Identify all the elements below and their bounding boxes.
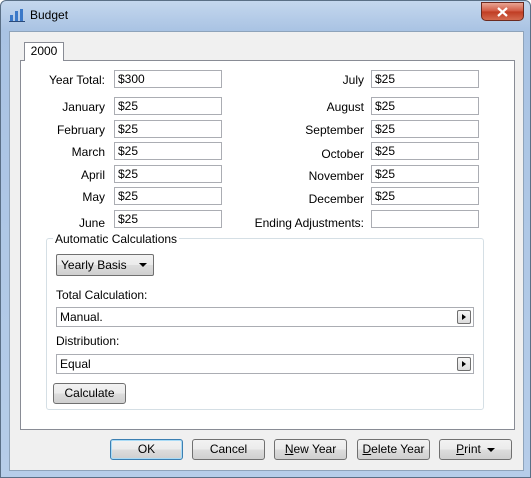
close-button[interactable] bbox=[481, 2, 524, 21]
total-calculation-field[interactable]: Manual. bbox=[56, 307, 474, 327]
month-field-january[interactable]: $25 bbox=[114, 97, 222, 115]
month-field-december[interactable]: $25 bbox=[371, 187, 479, 205]
month-field-july[interactable]: $25 bbox=[371, 70, 479, 88]
calculate-button[interactable]: Calculate bbox=[53, 383, 126, 404]
distribution-expand-button[interactable] bbox=[457, 357, 471, 371]
total-calculation-label: Total Calculation: bbox=[56, 288, 148, 302]
chevron-down-icon bbox=[139, 263, 147, 267]
triangle-right-icon bbox=[462, 314, 466, 320]
year-total-field[interactable]: $300 bbox=[114, 70, 222, 88]
print-label: rint bbox=[464, 442, 481, 456]
month-field-august[interactable]: $25 bbox=[371, 97, 479, 115]
ending-adjustments-label: Ending Adjustments: bbox=[254, 216, 364, 230]
new-year-label: ew Year bbox=[293, 442, 337, 456]
month-field-may[interactable]: $25 bbox=[114, 187, 222, 205]
month-label-june: June bbox=[78, 216, 105, 230]
budget-window: Budget 2000 Year Total: $300 January $25… bbox=[0, 0, 531, 478]
month-label-november: November bbox=[308, 169, 364, 183]
distribution-field[interactable]: Equal bbox=[56, 354, 474, 374]
basis-dropdown-value: Yearly Basis bbox=[61, 258, 127, 272]
month-label-december: December bbox=[308, 192, 364, 206]
ok-button[interactable]: OK bbox=[110, 439, 183, 460]
year-total-label: Year Total: bbox=[48, 73, 105, 87]
month-label-july: July bbox=[342, 73, 364, 87]
month-field-november[interactable]: $25 bbox=[371, 165, 479, 183]
month-field-february[interactable]: $25 bbox=[114, 120, 222, 138]
month-field-april[interactable]: $25 bbox=[114, 165, 222, 183]
title-bar[interactable]: Budget bbox=[1, 1, 530, 29]
month-label-february: February bbox=[56, 123, 105, 137]
total-calculation-expand-button[interactable] bbox=[457, 310, 471, 324]
chevron-down-icon bbox=[486, 447, 495, 452]
delete-year-button[interactable]: Delete Year bbox=[357, 439, 430, 460]
print-button[interactable]: Print bbox=[439, 439, 512, 460]
window-title: Budget bbox=[30, 8, 69, 22]
month-label-may: May bbox=[82, 190, 105, 204]
month-label-april: April bbox=[80, 168, 105, 182]
distribution-value: Equal bbox=[60, 357, 91, 371]
month-field-september[interactable]: $25 bbox=[371, 120, 479, 138]
month-label-january: January bbox=[62, 100, 105, 114]
triangle-right-icon bbox=[462, 361, 466, 367]
tab-2000[interactable]: 2000 bbox=[24, 42, 64, 61]
bar-chart-icon bbox=[9, 8, 25, 22]
basis-dropdown[interactable]: Yearly Basis bbox=[56, 254, 154, 276]
month-label-october: October bbox=[321, 147, 364, 161]
print-mnemonic: P bbox=[456, 442, 465, 456]
delete-year-label: elete Year bbox=[371, 442, 425, 456]
total-calculation-value: Manual. bbox=[60, 310, 103, 324]
month-label-september: September bbox=[305, 123, 364, 137]
tab-panel: Year Total: $300 January $25 February $2… bbox=[20, 60, 515, 430]
delete-year-mnemonic: D bbox=[362, 442, 372, 456]
month-label-august: August bbox=[326, 100, 364, 114]
ending-adjustments-field[interactable] bbox=[371, 210, 479, 228]
close-icon bbox=[497, 7, 508, 17]
distribution-label: Distribution: bbox=[56, 334, 120, 348]
automatic-calculations-title: Automatic Calculations bbox=[53, 232, 180, 246]
month-field-october[interactable]: $25 bbox=[371, 142, 479, 160]
new-year-button[interactable]: New Year bbox=[274, 439, 347, 460]
cancel-button[interactable]: Cancel bbox=[192, 439, 265, 460]
dialog-client-area: 2000 Year Total: $300 January $25 Februa… bbox=[9, 31, 524, 471]
month-field-march[interactable]: $25 bbox=[114, 142, 222, 160]
month-label-march: March bbox=[71, 145, 105, 159]
month-field-june[interactable]: $25 bbox=[114, 210, 222, 228]
